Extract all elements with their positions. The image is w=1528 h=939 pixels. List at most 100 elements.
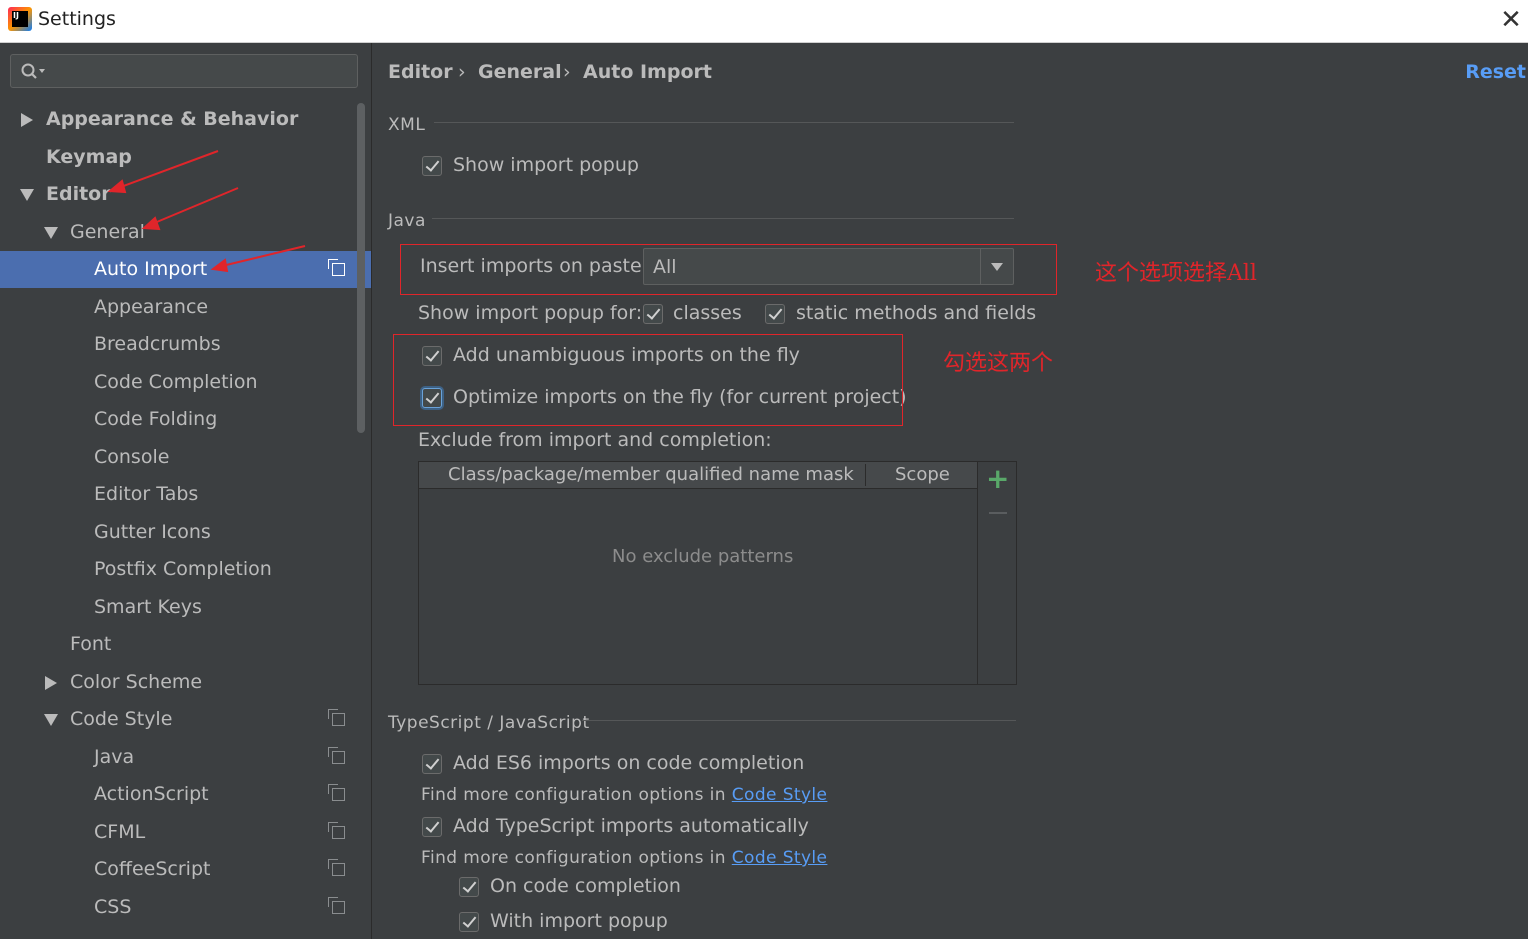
column-header-scope[interactable]: Scope (895, 464, 950, 485)
title-bar: IJ Settings ✕ (0, 0, 1528, 43)
checkbox-label: On code completion (490, 875, 681, 897)
reset-link[interactable]: Reset (1465, 61, 1526, 83)
tree-scrollbar[interactable] (357, 103, 365, 433)
tree-item-label: Editor Tabs (94, 483, 199, 505)
add-icon[interactable]: + (986, 465, 1009, 493)
xml-show-import-popup-checkbox[interactable] (422, 156, 442, 176)
tree-item-label: Breadcrumbs (94, 333, 221, 355)
tree-item-auto-import[interactable]: Auto Import (0, 251, 371, 288)
project-settings-icon (328, 709, 345, 726)
find-more-config-2: Find more configuration options in Code … (421, 848, 827, 868)
column-header-mask[interactable]: Class/package/member qualified name mask (448, 464, 854, 485)
tree-item-code-folding[interactable]: Code Folding (0, 401, 357, 438)
show-popup-for-label: Show import popup for: (418, 302, 643, 324)
intellij-logo-icon: IJ (8, 7, 32, 31)
tree-item-label: Postfix Completion (94, 558, 272, 580)
tree-item-label: Color Scheme (70, 671, 203, 693)
tree-item-label: Appearance (94, 296, 209, 318)
window-title: Settings (38, 8, 116, 30)
tree-item-editor-tabs[interactable]: Editor Tabs (0, 476, 357, 513)
tree-item-java[interactable]: Java (0, 739, 357, 776)
annotation-check-two: 勾选这两个 (943, 351, 1054, 376)
search-input[interactable] (10, 54, 358, 88)
code-style-link[interactable]: Code Style (732, 785, 828, 805)
tree-item-coffeescript[interactable]: CoffeeScript (0, 851, 357, 888)
tree-item-editor[interactable]: Editor (0, 176, 357, 213)
checkbox-label: static methods and fields (796, 302, 1037, 324)
tree-item-breadcrumbs[interactable]: Breadcrumbs (0, 326, 357, 363)
on-code-completion-checkbox[interactable] (459, 877, 479, 897)
find-more-config-1: Find more configuration options in Code … (421, 785, 827, 805)
breadcrumb-separator: › (458, 61, 466, 83)
tree-item-color-scheme[interactable]: Color Scheme (0, 664, 357, 701)
project-settings-icon (328, 259, 345, 276)
tree-item-label: General (70, 221, 145, 243)
remove-icon[interactable] (989, 512, 1007, 514)
section-typescript: TypeScript / JavaScript (388, 713, 590, 733)
tree-item-label: CFML (94, 821, 146, 843)
tree-item-label: CSS (94, 896, 132, 918)
close-icon[interactable]: ✕ (1496, 6, 1526, 36)
code-style-link[interactable]: Code Style (732, 848, 828, 868)
collapse-arrow-icon[interactable] (44, 714, 58, 726)
section-divider (434, 122, 1014, 123)
expand-arrow-icon[interactable] (45, 676, 57, 690)
table-header: Class/package/member qualified name mask… (419, 462, 977, 489)
static-methods-checkbox[interactable] (765, 304, 785, 324)
tree-item-keymap[interactable]: Keymap (0, 139, 357, 176)
tree-item-code-completion[interactable]: Code Completion (0, 364, 357, 401)
annotation-box-checkboxes (393, 334, 903, 426)
project-settings-icon (328, 897, 345, 914)
annotation-box-insert-imports (400, 244, 1057, 295)
settings-tree-panel: Appearance & Behavior Keymap Editor Gene… (0, 43, 372, 939)
tree-item-label: Appearance & Behavior (46, 108, 299, 130)
expand-arrow-icon[interactable] (21, 113, 33, 127)
tree-item-label: ActionScript (94, 783, 209, 805)
breadcrumb-general[interactable]: General (478, 61, 562, 83)
project-settings-icon (328, 784, 345, 801)
tree-item-label: Java (94, 746, 135, 768)
tree-item-general[interactable]: General (0, 214, 357, 251)
tree-item-appearance-behavior[interactable]: Appearance & Behavior (0, 101, 357, 138)
project-settings-icon (328, 859, 345, 876)
tree-item-css[interactable]: CSS (0, 889, 357, 926)
annotation-select-all: 这个选项选择All (1095, 261, 1257, 286)
tree-item-label: Smart Keys (94, 596, 202, 618)
add-es6-checkbox[interactable] (422, 754, 442, 774)
tree-item-label: CoffeeScript (94, 858, 211, 880)
project-settings-icon (328, 822, 345, 839)
table-toolbar: + (977, 462, 1017, 684)
tree-item-font[interactable]: Font (0, 626, 357, 663)
table-empty-text: No exclude patterns (612, 546, 794, 567)
hint-text: Find more configuration options in (421, 785, 726, 805)
tree-item-label: Gutter Icons (94, 521, 211, 543)
classes-checkbox[interactable] (643, 304, 663, 324)
tree-item-label: Code Completion (94, 371, 258, 393)
tree-item-appearance[interactable]: Appearance (0, 289, 357, 326)
section-divider (432, 218, 1014, 219)
tree-item-label: Editor (46, 183, 111, 205)
checkbox-label: classes (673, 302, 742, 324)
collapse-arrow-icon[interactable] (20, 189, 34, 201)
add-typescript-checkbox[interactable] (422, 817, 442, 837)
section-java: Java (388, 211, 426, 231)
tree-item-actionscript[interactable]: ActionScript (0, 776, 357, 813)
tree-item-gutter-icons[interactable]: Gutter Icons (0, 514, 357, 551)
tree-item-code-style[interactable]: Code Style (0, 701, 357, 738)
exclude-label: Exclude from import and completion: (418, 429, 772, 451)
tree-item-console[interactable]: Console (0, 439, 357, 476)
hint-text: Find more configuration options in (421, 848, 726, 868)
with-import-popup-checkbox[interactable] (459, 912, 479, 932)
settings-content-panel: Editor › General › Auto Import Reset XML… (372, 43, 1528, 939)
tree-item-postfix-completion[interactable]: Postfix Completion (0, 551, 357, 588)
project-settings-icon (328, 747, 345, 764)
tree-item-cfml[interactable]: CFML (0, 814, 357, 851)
tree-item-smart-keys[interactable]: Smart Keys (0, 589, 357, 626)
tree-item-label: Font (70, 633, 112, 655)
exclude-patterns-table[interactable]: Class/package/member qualified name mask… (418, 461, 1017, 685)
section-xml: XML (388, 115, 426, 135)
breadcrumb-separator: › (563, 61, 571, 83)
checkbox-label: With import popup (490, 910, 668, 932)
collapse-arrow-icon[interactable] (44, 227, 58, 239)
breadcrumb-editor[interactable]: Editor (388, 61, 453, 83)
